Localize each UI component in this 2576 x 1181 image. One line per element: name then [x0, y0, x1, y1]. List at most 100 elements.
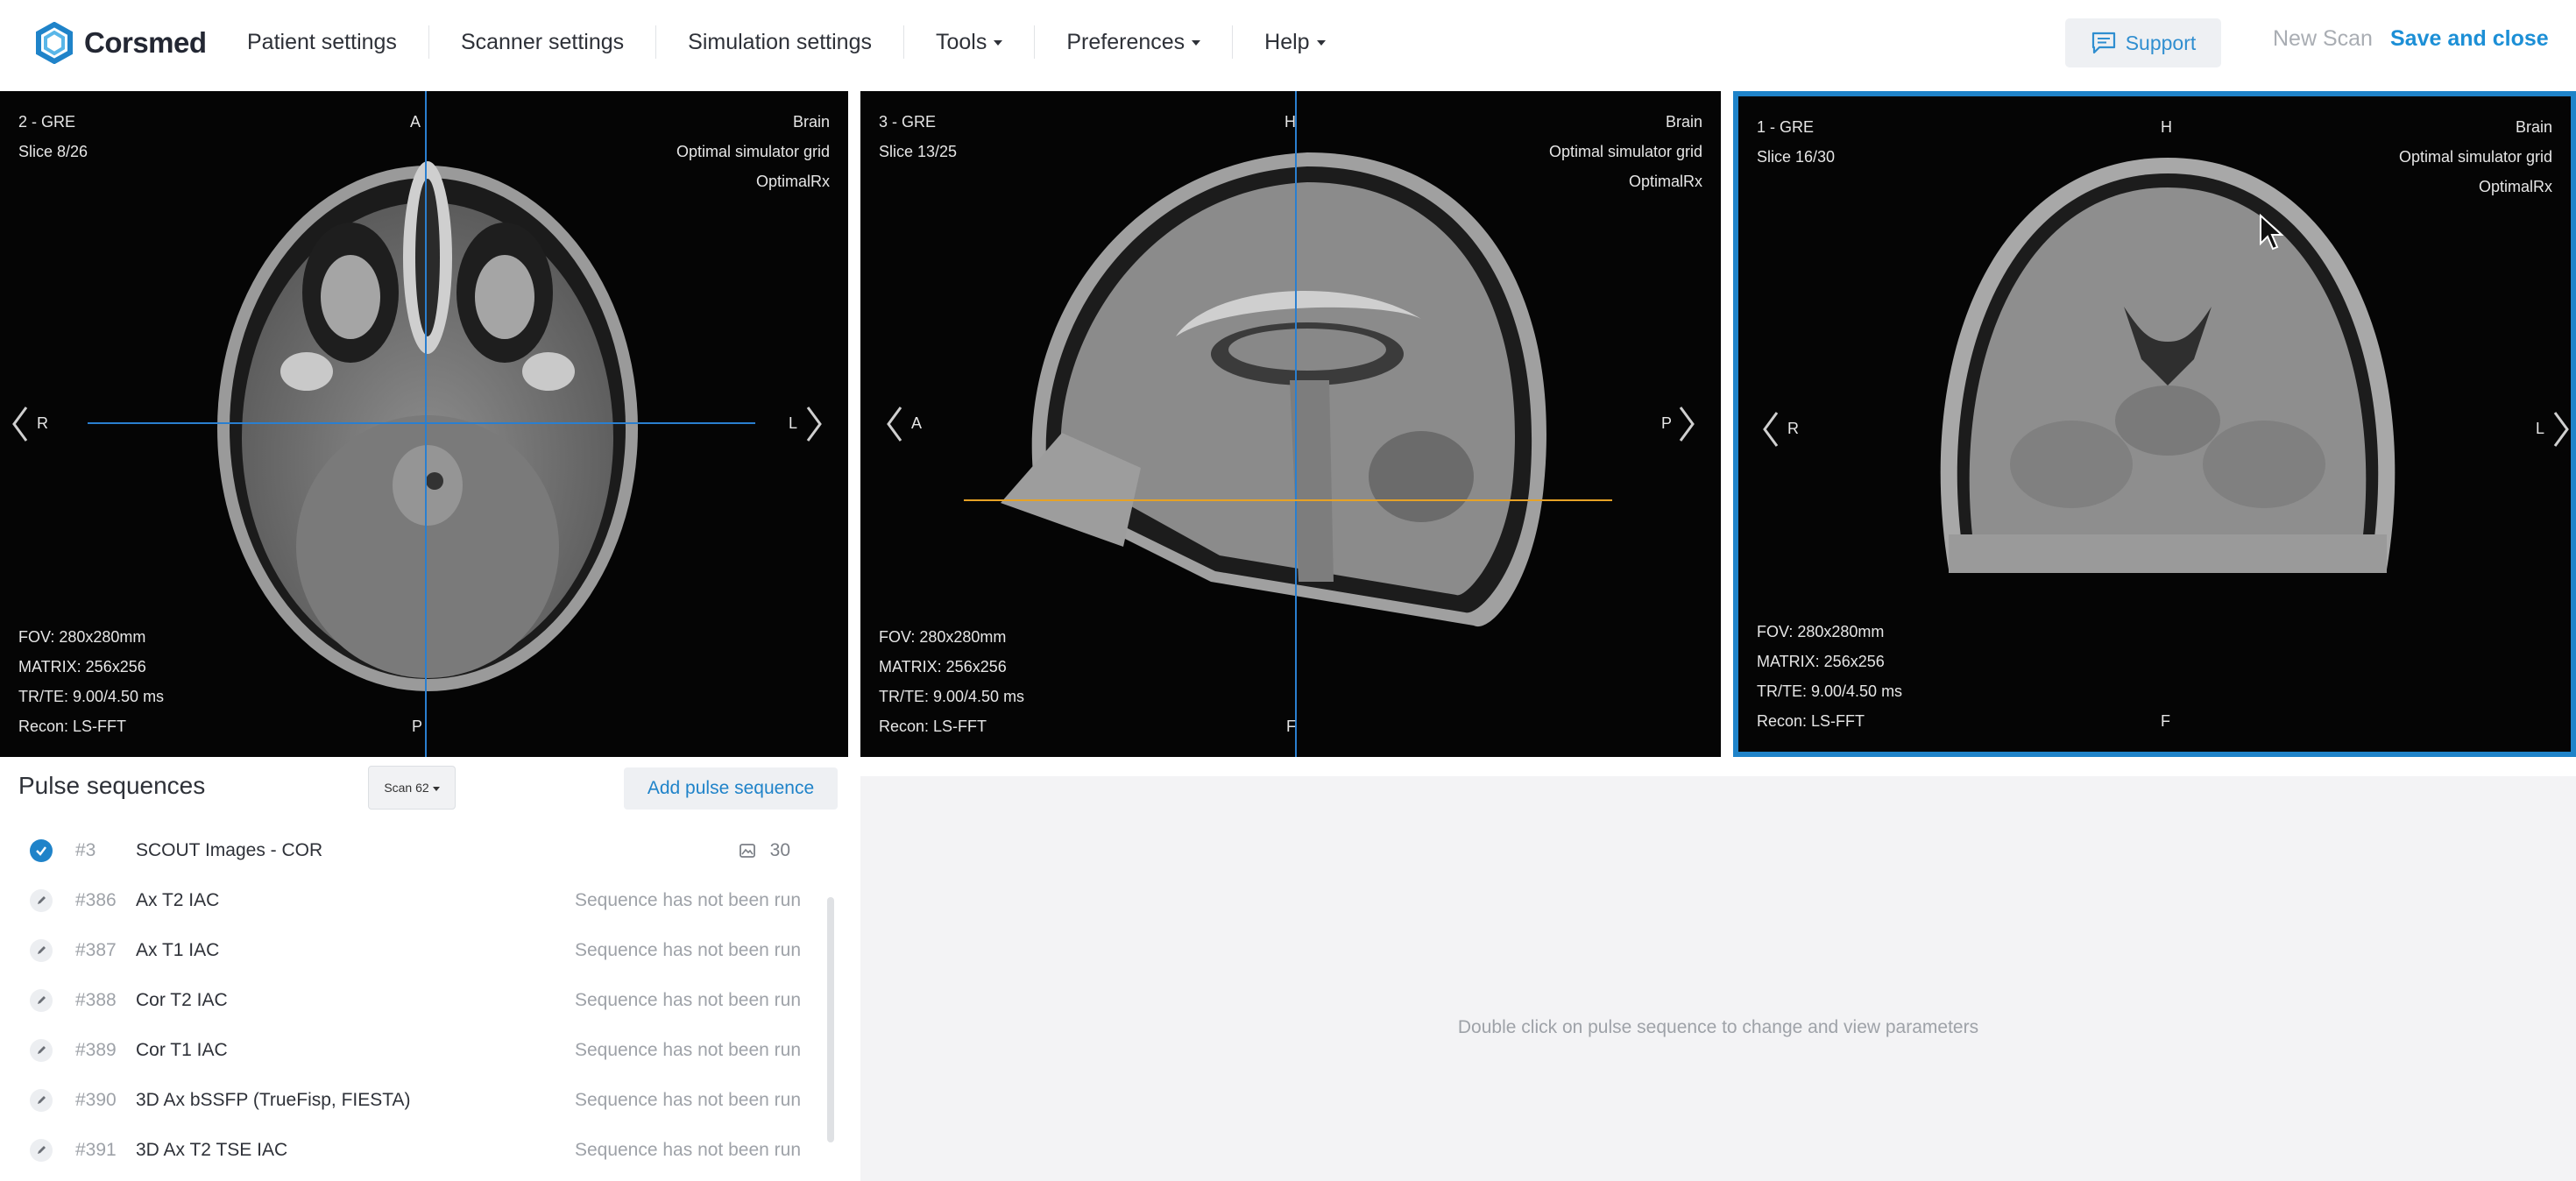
- nav-divider: [655, 25, 657, 59]
- panel-title: Pulse sequences: [18, 772, 206, 799]
- sequence-row[interactable]: #391 3D Ax T2 TSE IAC Sequence has not b…: [0, 1125, 824, 1175]
- sequence-row[interactable]: #387 Ax T1 IAC Sequence has not been run: [0, 925, 824, 975]
- nav-help-menu[interactable]: Help: [1249, 23, 1341, 61]
- fov-label: FOV: 280x280mm: [18, 628, 146, 646]
- support-label: Support: [2125, 31, 2197, 54]
- grid-label: Optimal simulator grid: [676, 143, 830, 160]
- sequence-number: #3: [75, 839, 96, 860]
- hexagon-logo-icon: [36, 22, 73, 64]
- orient-right: P: [1661, 414, 1673, 432]
- sequence-name: Cor T2 IAC: [136, 989, 228, 1010]
- fov-label: FOV: 280x280mm: [1757, 623, 1885, 640]
- matrix-label: MATRIX: 256x256: [1757, 653, 1885, 670]
- crossline-vertical[interactable]: [1295, 91, 1297, 757]
- sequence-status: Sequence has not been run: [574, 1089, 801, 1110]
- orient-bottom: P: [412, 718, 423, 735]
- orient-top: A: [410, 113, 421, 131]
- sequence-number: #390: [75, 1089, 117, 1110]
- main-nav: Patient settings Scanner settings Simula…: [231, 23, 1341, 61]
- sequence-number: #386: [75, 889, 117, 910]
- orient-top: H: [1284, 113, 1296, 131]
- viewport-axial[interactable]: 2 - GRE Slice 8/26 Brain Optimal simulat…: [0, 91, 848, 757]
- series-label: 1 - GRE: [1757, 118, 1815, 136]
- sequence-list-scrollbar[interactable]: [827, 897, 834, 1142]
- scan-selector-dropdown[interactable]: Scan 62: [368, 766, 456, 810]
- grid-label: Optimal simulator grid: [1548, 143, 1702, 160]
- anatomy-info: Brain Optimal simulator grid OptimalRx: [676, 107, 830, 196]
- check-icon[interactable]: [30, 839, 53, 862]
- matrix-label: MATRIX: 256x256: [879, 658, 1007, 675]
- sequence-number: #389: [75, 1039, 117, 1060]
- nav-divider: [1232, 25, 1234, 59]
- trte-label: TR/TE: 9.00/4.50 ms: [18, 688, 165, 705]
- viewport-sagittal[interactable]: 3 - GRE Slice 13/25 Brain Optimal simula…: [860, 91, 1721, 757]
- corsmed-logo[interactable]: Corsmed: [33, 21, 207, 65]
- slice-label: Slice 13/25: [879, 143, 958, 160]
- logo-text: Corsmed: [84, 26, 207, 59]
- chevron-left-icon[interactable]: [11, 404, 30, 444]
- sequence-row[interactable]: #390 3D Ax bSSFP (TrueFisp, FIESTA) Sequ…: [0, 1075, 824, 1125]
- scan-params: FOV: 280x280mm MATRIX: 256x256 TR/TE: 9.…: [18, 622, 164, 741]
- nav-label: Tools: [935, 29, 987, 54]
- add-pulse-sequence-button[interactable]: Add pulse sequence: [624, 767, 838, 810]
- sequence-name: Ax T1 IAC: [136, 939, 220, 960]
- sequence-status: Sequence has not been run: [574, 1139, 801, 1160]
- orient-left: R: [1787, 420, 1799, 437]
- sequence-name: Cor T1 IAC: [136, 1039, 228, 1060]
- scan-params: FOV: 280x280mm MATRIX: 256x256 TR/TE: 9.…: [879, 622, 1024, 741]
- caret-down-icon: [994, 40, 1003, 46]
- pencil-icon[interactable]: [30, 1089, 53, 1112]
- chevron-left-icon[interactable]: [1761, 409, 1780, 449]
- recon-label: Recon: LS-FFT: [1757, 712, 1865, 730]
- chevron-right-icon[interactable]: [2551, 409, 2571, 449]
- nav-divider: [1034, 25, 1036, 59]
- slice-label: Slice 16/30: [1757, 148, 1836, 166]
- parameters-panel: Double click on pulse sequence to change…: [860, 776, 2576, 1181]
- scan-params: FOV: 280x280mm MATRIX: 256x256 TR/TE: 9.…: [1757, 617, 1902, 736]
- top-bar: Corsmed Patient settings Scanner setting…: [0, 0, 2576, 91]
- nav-scanner-settings[interactable]: Scanner settings: [445, 23, 640, 61]
- chevron-left-icon[interactable]: [885, 404, 904, 444]
- pencil-icon[interactable]: [30, 989, 53, 1012]
- series-info: 2 - GRE Slice 8/26: [18, 107, 88, 166]
- pencil-icon[interactable]: [30, 889, 53, 912]
- support-button[interactable]: Support: [2065, 18, 2221, 67]
- series-info: 3 - GRE Slice 13/25: [879, 107, 957, 166]
- pencil-icon[interactable]: [30, 1139, 53, 1162]
- nav-simulation-settings[interactable]: Simulation settings: [672, 23, 888, 61]
- image-count-value: 30: [769, 839, 790, 860]
- region-label: Brain: [2515, 118, 2552, 136]
- sequence-row[interactable]: #388 Cor T2 IAC Sequence has not been ru…: [0, 975, 824, 1025]
- chevron-right-icon[interactable]: [1677, 404, 1696, 444]
- fov-label: FOV: 280x280mm: [879, 628, 1007, 646]
- scan-selector-label: Scan 62: [384, 781, 429, 795]
- caret-down-icon: [1316, 40, 1326, 46]
- rx-label: OptimalRx: [755, 173, 830, 190]
- sequence-status: Sequence has not been run: [574, 989, 801, 1010]
- new-scan-button[interactable]: New Scan: [2273, 26, 2373, 52]
- nav-preferences-menu[interactable]: Preferences: [1051, 23, 1216, 61]
- viewport-coronal-selected[interactable]: 1 - GRE Slice 16/30 Brain Optimal simula…: [1733, 91, 2576, 757]
- chat-bubble-icon: [2091, 32, 2115, 54]
- anatomy-info: Brain Optimal simulator grid OptimalRx: [1549, 107, 1702, 196]
- nav-label: Patient settings: [247, 29, 397, 54]
- sequence-row[interactable]: #389 Cor T1 IAC Sequence has not been ru…: [0, 1025, 824, 1075]
- sequence-name: 3D Ax T2 TSE IAC: [136, 1139, 288, 1160]
- nav-tools-menu[interactable]: Tools: [920, 23, 1018, 61]
- nav-label: Preferences: [1066, 29, 1185, 54]
- sequence-row[interactable]: #3 SCOUT Images - COR 30: [0, 825, 824, 875]
- anatomy-info: Brain Optimal simulator grid OptimalRx: [2399, 112, 2552, 202]
- nav-divider: [428, 25, 429, 59]
- nav-patient-settings[interactable]: Patient settings: [231, 23, 413, 61]
- crossline-horizontal-selected[interactable]: [964, 499, 1612, 501]
- crossline-horizontal[interactable]: [88, 422, 755, 424]
- crossline-vertical[interactable]: [425, 91, 427, 757]
- sequence-list: #3 SCOUT Images - COR 30 #386 Ax T2 IAC …: [0, 825, 824, 1175]
- pencil-icon[interactable]: [30, 939, 53, 962]
- pencil-icon[interactable]: [30, 1039, 53, 1062]
- slice-label: Slice 8/26: [18, 143, 88, 160]
- nav-label: Scanner settings: [460, 29, 625, 54]
- sequence-row[interactable]: #386 Ax T2 IAC Sequence has not been run: [0, 875, 824, 925]
- chevron-right-icon[interactable]: [804, 404, 824, 444]
- save-and-close-button[interactable]: Save and close: [2390, 26, 2549, 52]
